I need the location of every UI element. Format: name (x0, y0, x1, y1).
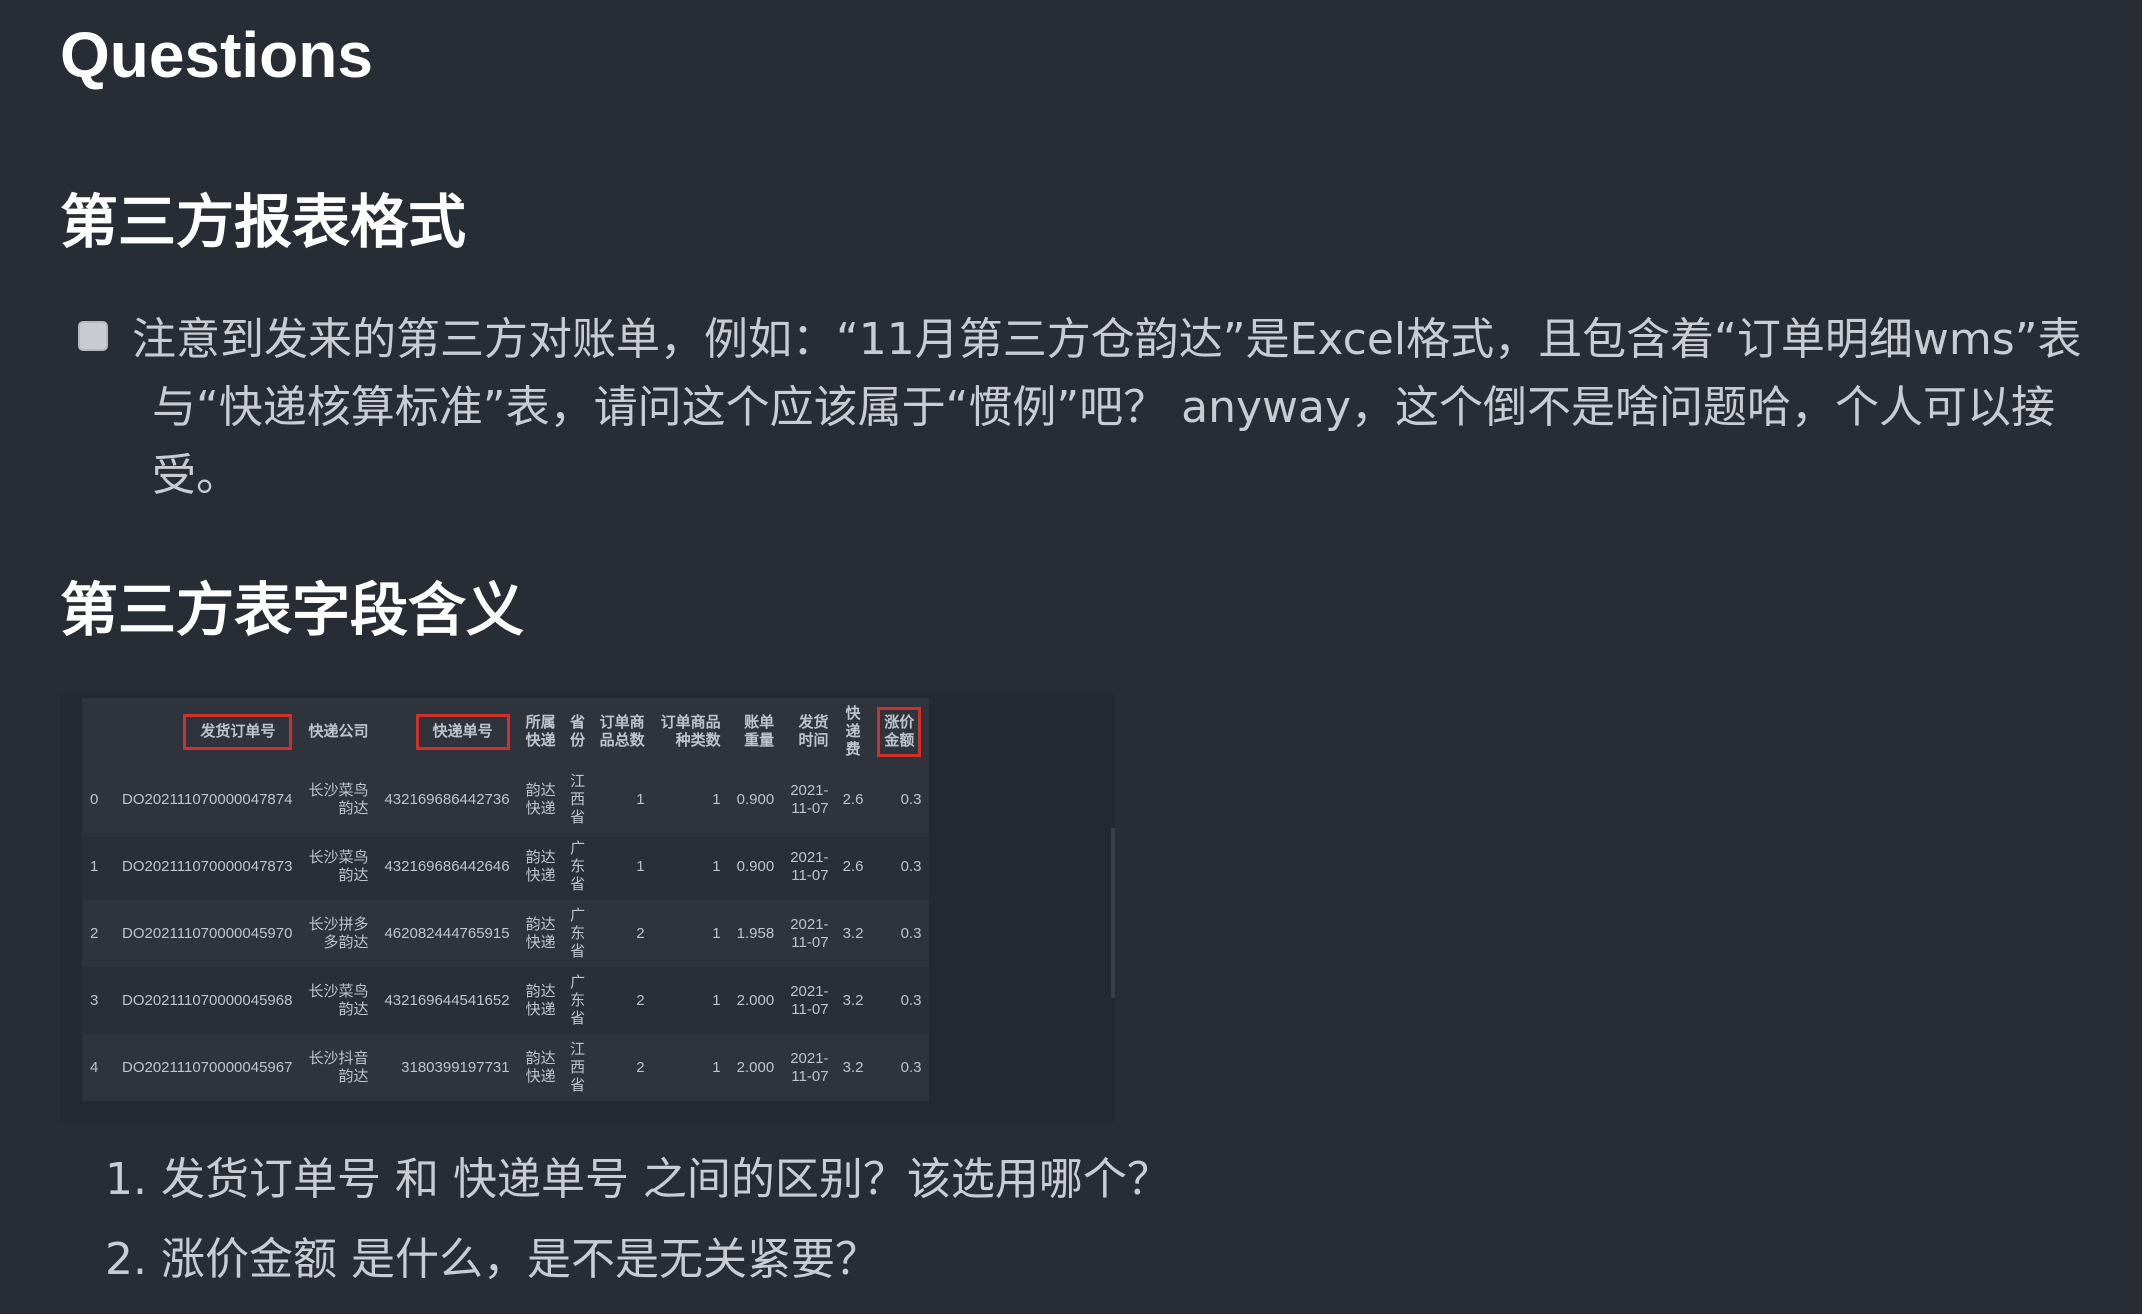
table-cell: 长沙菜鸟 韵达 (300, 766, 377, 833)
table-header-cell: 快递费 (836, 698, 870, 766)
table-cell: 广东省 (563, 833, 592, 900)
table-cell: 0 (82, 766, 114, 833)
question-item: 2. 涨价金额 是什么，是不是无关紧要？ (105, 1234, 879, 1285)
scrollbar[interactable] (1111, 828, 1115, 998)
task-text-line-3: 受。 (152, 450, 240, 501)
table-cell: 0.3 (869, 967, 930, 1034)
page-title: Questions (60, 19, 373, 91)
table-cell: 江西省 (563, 1034, 592, 1101)
question-item: 1. 发货订单号 和 快递单号 之间的区别？该选用哪个？ (105, 1154, 1171, 1205)
table-header-cell: 发货 时间 (782, 698, 837, 766)
table-cell: 1 (652, 967, 729, 1034)
table-cell: 2.000 (728, 1034, 783, 1101)
section-heading-field-meaning: 第三方表字段含义 (60, 576, 525, 644)
table-header-cell: 账单 重量 (728, 698, 783, 766)
table-row: 4 DO202111070000045967 长沙抖音 韵达 3180399197731… (82, 1034, 930, 1101)
table-row: 2 DO202111070000045970 长沙拼多 多韵达 462082444765… (82, 900, 930, 967)
highlight-box: 涨价 金额 (877, 707, 922, 757)
table-row: 1 DO202111070000047873 长沙菜鸟 韵达 4321696864426… (82, 833, 930, 900)
table-cell: 432169686442736 (376, 766, 518, 833)
data-table: 发货订单号 快递公司 快递单号 所属 快递省份订单商 品总数 订单商品 种类数 账单 重量 发货 时间… (82, 698, 930, 1101)
table-cell: 2 (591, 900, 653, 967)
task-item: 注意到发来的第三方对账单，例如：“11月第三方仓韵达”是Excel格式，且包含着… (78, 306, 2118, 510)
table-cell: 韵达 快递 (517, 766, 564, 833)
table-cell: 长沙菜鸟 韵达 (300, 967, 377, 1034)
table-cell: 2.6 (836, 833, 870, 900)
table-cell: 2 (591, 967, 653, 1034)
table-header-cell: 省份 (563, 698, 592, 766)
task-checkbox[interactable] (78, 321, 108, 351)
section-heading-report-format: 第三方报表格式 (60, 188, 467, 256)
table-cell: 韵达 快递 (517, 833, 564, 900)
table-cell: 432169686442646 (376, 833, 518, 900)
table-cell: 1 (591, 833, 653, 900)
table-header-cell: 订单商 品总数 (591, 698, 653, 766)
task-text-line-2: 与“快递核算标准”表，请问这个应该属于“惯例”吧？ anyway，这个倒不是啥问… (152, 382, 2056, 433)
table-cell: 3.2 (836, 900, 870, 967)
table-cell: DO202111070000045970 (114, 900, 301, 967)
table-header-cell: 发货订单号 (114, 698, 301, 766)
table-cell: 2 (591, 1034, 653, 1101)
table-cell: 韵达 快递 (517, 1034, 564, 1101)
table-cell: 2 (82, 900, 114, 967)
table-cell: 广东省 (563, 900, 592, 967)
table-cell: 江西省 (563, 766, 592, 833)
table-cell: 长沙拼多 多韵达 (300, 900, 377, 967)
table-cell: 韵达 快递 (517, 900, 564, 967)
table-body: 0 DO202111070000047874 长沙菜鸟 韵达 4321696864427… (82, 766, 930, 1101)
table-header-cell: 快递单号 (376, 698, 518, 766)
table-cell: 4 (82, 1034, 114, 1101)
table-cell: 长沙菜鸟 韵达 (300, 833, 377, 900)
table-cell: 2021- 11-07 (782, 1034, 837, 1101)
table-cell: 0.3 (869, 833, 930, 900)
table-cell: 3180399197731 (376, 1034, 518, 1101)
table-header-cell: 订单商品 种类数 (652, 698, 729, 766)
table-cell: 0.3 (869, 766, 930, 833)
table-header-cell: 所属 快递 (517, 698, 564, 766)
table-cell: 3.2 (836, 1034, 870, 1101)
table-cell: 1 (652, 1034, 729, 1101)
table-cell: 3 (82, 967, 114, 1034)
table-cell: 1 (82, 833, 114, 900)
table-cell: 0.900 (728, 833, 783, 900)
task-text-line-1: 注意到发来的第三方对账单，例如：“11月第三方仓韵达”是Excel格式，且包含着… (132, 314, 2082, 365)
table-header-cell (82, 698, 114, 766)
table-cell: 2.6 (836, 766, 870, 833)
table-header-cell: 涨价 金额 (869, 698, 930, 766)
table-cell: 0.3 (869, 1034, 930, 1101)
table-cell: DO202111070000047874 (114, 766, 301, 833)
table-cell: DO202111070000045967 (114, 1034, 301, 1101)
table-row: 0 DO202111070000047874 长沙菜鸟 韵达 4321696864427… (82, 766, 930, 833)
table-cell: 0.900 (728, 766, 783, 833)
table-cell: 1 (652, 900, 729, 967)
table-cell: 0.3 (869, 900, 930, 967)
table-cell: 韵达 快递 (517, 967, 564, 1034)
table-cell: 2021- 11-07 (782, 833, 837, 900)
table-header-cell: 快递公司 (300, 698, 377, 766)
table-cell: 广东省 (563, 967, 592, 1034)
table-cell: 432169644541652 (376, 967, 518, 1034)
table-row: 3 DO202111070000045968 长沙菜鸟 韵达 4321696445416… (82, 967, 930, 1034)
table-cell: 1 (652, 833, 729, 900)
question-list: 1. 发货订单号 和 快递单号 之间的区别？该选用哪个？ 2. 涨价金额 是什么… (105, 1140, 1171, 1300)
table-cell: 2.000 (728, 967, 783, 1034)
table-cell: 长沙抖音 韵达 (300, 1034, 377, 1101)
table-cell: 3.2 (836, 967, 870, 1034)
table-cell: 2021- 11-07 (782, 967, 837, 1034)
table-cell: 1 (591, 766, 653, 833)
table-cell: DO202111070000045968 (114, 967, 301, 1034)
table-cell: 2021- 11-07 (782, 766, 837, 833)
document-page: Questions 第三方报表格式 注意到发来的第三方对账单，例如：“11月第三… (0, 0, 2142, 1314)
table-header-row: 发货订单号 快递公司 快递单号 所属 快递省份订单商 品总数 订单商品 种类数 账单 重量 发货 时间… (82, 698, 930, 766)
table-cell: DO202111070000047873 (114, 833, 301, 900)
table-screenshot: 发货订单号 快递公司 快递单号 所属 快递省份订单商 品总数 订单商品 种类数 账单 重量 发货 时间… (60, 692, 1115, 1124)
highlight-box: 发货订单号 (183, 714, 293, 750)
table-cell: 462082444765915 (376, 900, 518, 967)
highlight-box: 快递单号 (415, 714, 510, 750)
table-cell: 1 (652, 766, 729, 833)
table-cell: 1.958 (728, 900, 783, 967)
table-cell: 2021- 11-07 (782, 900, 837, 967)
task-text: 注意到发来的第三方对账单，例如：“11月第三方仓韵达”是Excel格式，且包含着… (78, 306, 2118, 510)
